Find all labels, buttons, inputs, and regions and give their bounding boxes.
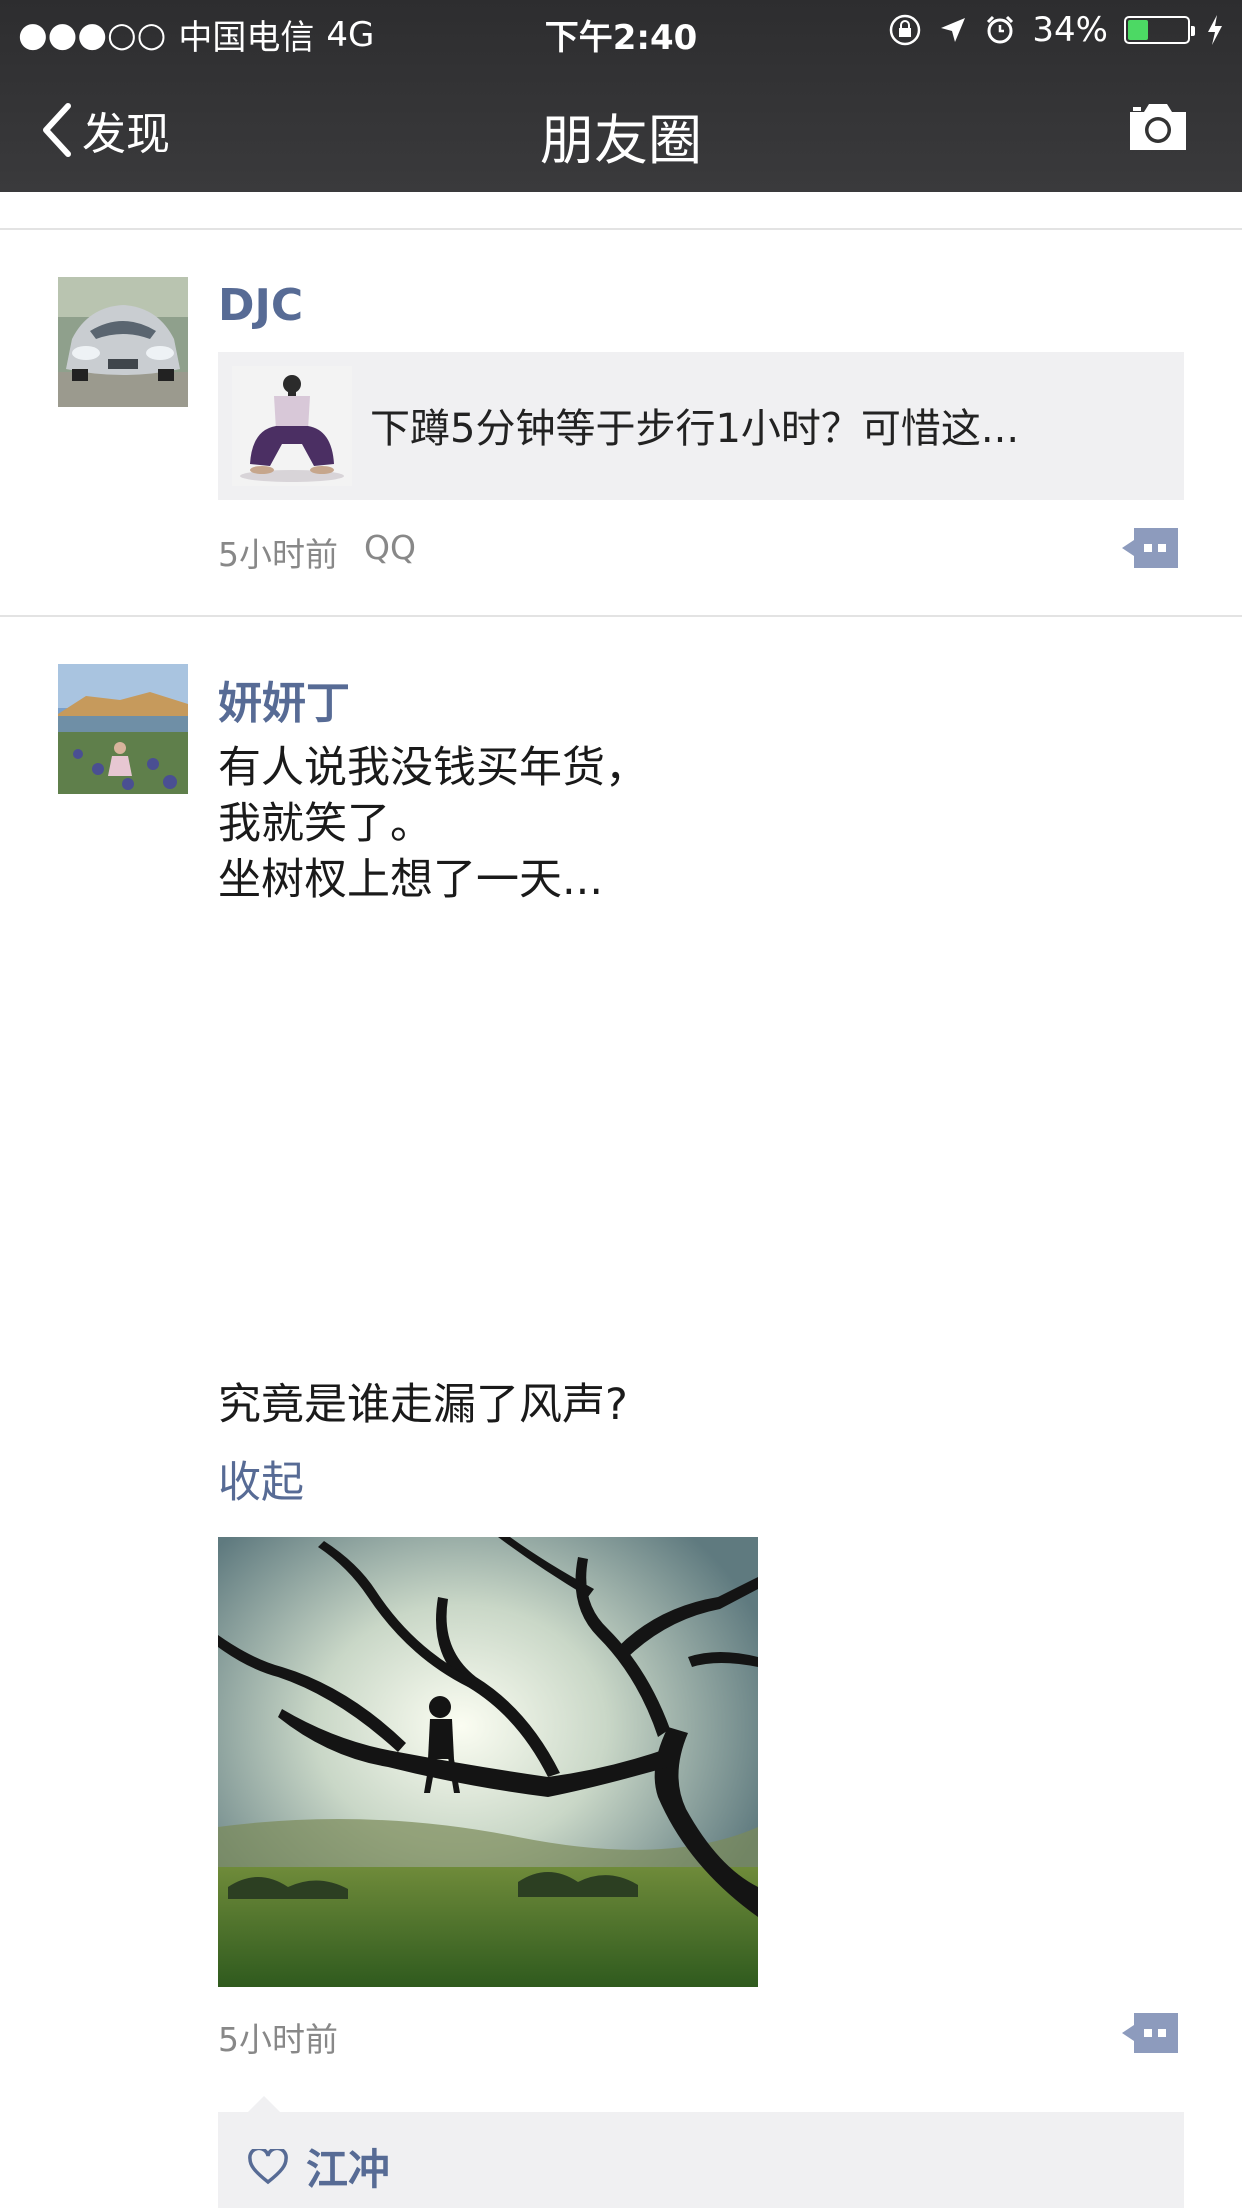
alarm-icon (987, 15, 1014, 44)
post-meta: 5小时前 (218, 2013, 338, 2061)
post-meta: 5小时前 QQ (218, 528, 416, 576)
charging-bolt-icon (1208, 15, 1222, 45)
post-time: 5小时前 (218, 535, 338, 574)
status-right: 34% (888, 10, 1224, 50)
top-bar: ●●●○○ 中国电信 4G 下午2:40 34% 发现 朋友圈 (0, 0, 1242, 192)
battery-percent: 34% (1032, 10, 1108, 50)
nav-bar: 发现 朋友圈 (0, 62, 1242, 192)
post-text-line: 究竟是谁走漏了风声? (218, 1380, 628, 1430)
comment-icon[interactable] (1122, 528, 1178, 568)
shared-link-thumbnail (232, 366, 352, 486)
location-arrow-icon (941, 18, 966, 42)
like-user-name[interactable]: 江冲 (306, 2136, 390, 2197)
collapse-link[interactable]: 收起 (218, 1448, 304, 1510)
landscape-avatar-image (58, 664, 188, 794)
post-photo[interactable] (218, 1537, 758, 1987)
divider (0, 228, 1242, 230)
post-text: 有人说我没钱买年货， 我就笑了。 坐树杈上想了一天... (218, 740, 648, 908)
status-bar: ●●●○○ 中国电信 4G 下午2:40 34% (0, 0, 1242, 62)
post-author[interactable]: 妍妍丁 (218, 667, 350, 731)
likes-section: 江冲 (218, 2096, 1184, 2208)
battery-level (1128, 20, 1148, 40)
avatar-yanyanding[interactable] (58, 664, 188, 794)
heart-icon (248, 2148, 288, 2184)
post-author[interactable]: DJC (218, 280, 303, 331)
post-text-line: 坐树杈上想了一天... (218, 855, 604, 905)
rotation-lock-icon (890, 14, 921, 46)
shared-link-card[interactable]: 下蹲5分钟等于步行1小时？可惜这... (218, 352, 1184, 500)
likes-row: 江冲 (248, 2136, 390, 2197)
shared-link-title: 下蹲5分钟等于步行1小时？可惜这... (370, 406, 1020, 452)
tree-silhouette-photo (218, 1537, 758, 1987)
divider (0, 615, 1242, 617)
post-text-line: 我就笑了。 (218, 799, 433, 849)
battery-icon (1124, 16, 1195, 44)
page-title: 朋友圈 (540, 109, 702, 172)
car-avatar-image (58, 277, 188, 407)
post-source: QQ (364, 528, 416, 567)
post-time: 5小时前 (218, 2020, 338, 2059)
comment-icon[interactable] (1122, 2013, 1178, 2053)
camera-icon[interactable] (1124, 98, 1192, 154)
avatar-djc[interactable] (58, 277, 188, 407)
post-text-line: 有人说我没钱买年货， (218, 743, 648, 793)
